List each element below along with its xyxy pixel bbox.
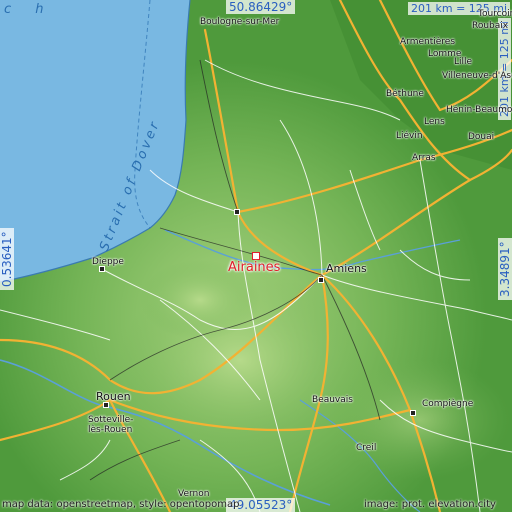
- city-label: Tourcoing: [478, 9, 512, 19]
- city-label: Lens: [424, 117, 445, 127]
- city-label: Vernon: [178, 489, 210, 499]
- city-label: Sotteville-lès-Rouen: [88, 415, 134, 435]
- coord-left: 0.53641°: [0, 228, 14, 290]
- sea-fragment-label: c h: [4, 2, 54, 17]
- city-dot: [410, 410, 416, 416]
- city-label: Lille: [454, 57, 473, 67]
- city-label: Compiègne: [422, 399, 474, 409]
- city-label: Villeneuve-d'Ascq: [442, 71, 512, 81]
- city-dot: [234, 209, 240, 215]
- city-label: Douai: [468, 132, 495, 142]
- city-label: Beauvais: [312, 395, 353, 405]
- city-dot: [99, 266, 105, 272]
- city-label: Hénin-Beaumont: [446, 105, 512, 115]
- city-label: Arras: [412, 153, 436, 163]
- city-label: Rouen: [96, 390, 131, 403]
- city-label: Béthune: [386, 89, 424, 99]
- highlight-place-label: Airaines: [228, 260, 281, 275]
- city-dot: [318, 277, 324, 283]
- city-label: Creil: [356, 443, 377, 453]
- city-label: Roubaix: [472, 21, 509, 31]
- coord-top: 50.86429°: [226, 0, 296, 14]
- city-label: Dieppe: [92, 257, 124, 267]
- city-label: Liévin: [396, 131, 423, 141]
- city-label: Boulogne-sur-Mer: [200, 17, 280, 27]
- city-dot: [103, 402, 109, 408]
- map-view[interactable]: c h Strait of Dover 50.86429° 49.05523° …: [0, 0, 512, 512]
- city-label: Amiens: [326, 262, 367, 275]
- coord-right: 3.34891°: [498, 238, 512, 300]
- credit-right: image: prot. elevation.city: [364, 499, 496, 510]
- city-label: Armentières: [400, 37, 456, 47]
- credit-left: map data: openstreetmap, style: opentopo…: [2, 499, 240, 510]
- location-marker[interactable]: [252, 252, 260, 260]
